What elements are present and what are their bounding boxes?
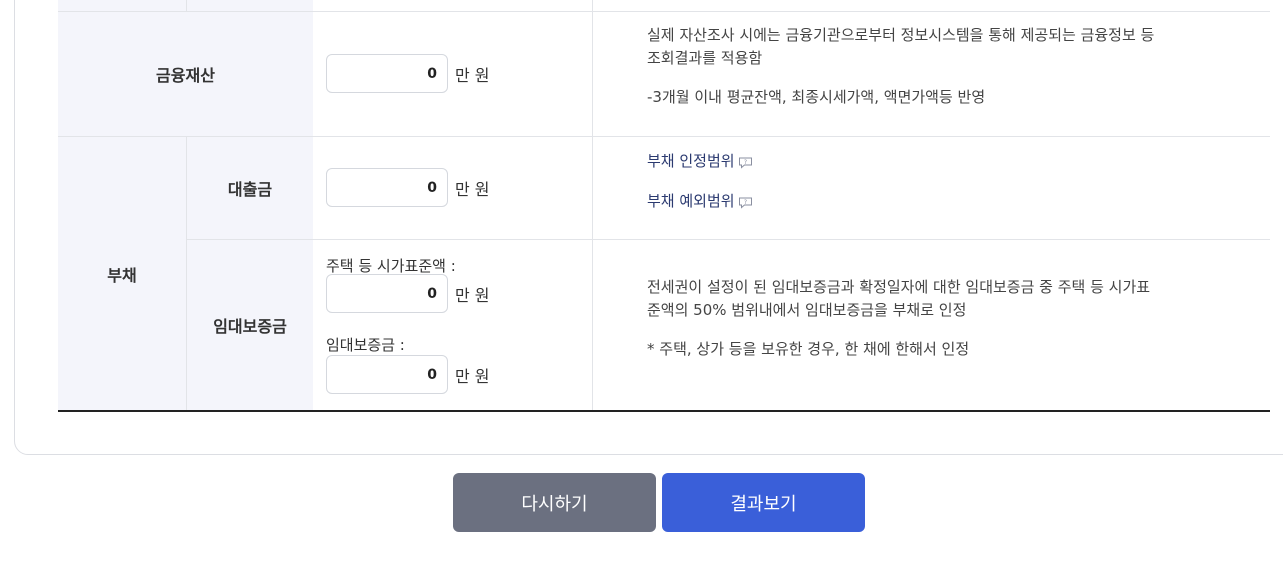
debt-header: 부채 xyxy=(58,137,186,410)
unit-label: 만 원 xyxy=(455,366,490,386)
reset-button[interactable]: 다시하기 xyxy=(453,473,656,532)
deposit-header: 임대보증금 xyxy=(187,240,313,410)
financial-assets-label: 금융재산 xyxy=(156,66,215,85)
loan-label: 대출금 xyxy=(227,180,273,199)
table-bottom-border xyxy=(58,410,1270,412)
deposit-desc-line: 준액의 50% 범위내에서 임대보증금을 부채로 인정 xyxy=(647,301,967,319)
financial-assets-input[interactable] xyxy=(326,54,448,93)
row-divider xyxy=(58,136,1270,137)
financial-assets-field: 만 원 xyxy=(326,54,490,93)
deposit-amount-label: 임대보증금 : xyxy=(326,336,405,354)
debt-exclusion-link-text: 부채 예외범위 xyxy=(647,192,735,210)
asset-debt-table: 금융재산 부채 대출금 임대보증금 만 원 실제 자산조사 시에는 금융기관으로… xyxy=(58,0,1270,412)
financial-desc-line: 실제 자산조사 시에는 금융기관으로부터 정보시스템을 통해 제공되는 금융정보… xyxy=(647,26,1155,44)
view-result-button[interactable]: 결과보기 xyxy=(662,473,865,532)
loan-input[interactable] xyxy=(326,168,448,207)
loan-field: 만 원 xyxy=(326,168,490,207)
debt-label: 부채 xyxy=(107,265,137,285)
financial-desc-line: 조회결과를 적용함 xyxy=(647,49,763,67)
deposit-amount-field: 만 원 xyxy=(326,355,490,394)
financial-assets-header: 금융재산 xyxy=(58,12,313,136)
svg-text:?: ? xyxy=(743,159,746,166)
financial-desc-note: -3개월 이내 평균잔액, 최종시세가액, 액면가액등 반영 xyxy=(647,88,986,106)
deposit-desc-note: * 주택, 상가 등을 보유한 경우, 한 채에 한해서 인정 xyxy=(647,340,970,358)
market-price-input[interactable] xyxy=(326,274,448,313)
market-price-field: 만 원 xyxy=(326,274,490,313)
debt-scope-link[interactable]: 부채 인정범위 ? xyxy=(647,150,753,171)
row-divider xyxy=(58,11,1270,12)
unit-label: 만 원 xyxy=(455,65,490,85)
debt-exclusion-link[interactable]: 부채 예외범위 ? xyxy=(647,190,753,211)
speech-bubble-icon: ? xyxy=(738,195,753,209)
deposit-label: 임대보증금 xyxy=(213,317,287,336)
col-divider xyxy=(592,0,593,410)
deposit-desc-line: 전세권이 설정이 된 임대보증금과 확정일자에 대한 임대보증금 중 주택 등 … xyxy=(647,278,1151,296)
financial-assets-description: 실제 자산조사 시에는 금융기관으로부터 정보시스템을 통해 제공되는 금융정보… xyxy=(647,24,1154,109)
svg-text:?: ? xyxy=(743,199,746,206)
deposit-amount-input[interactable] xyxy=(326,355,448,394)
unit-label: 만 원 xyxy=(455,179,490,199)
unit-label: 만 원 xyxy=(455,285,490,305)
col-divider xyxy=(186,0,187,11)
row-divider xyxy=(186,239,1270,240)
loan-header: 대출금 xyxy=(187,137,313,239)
debt-scope-link-text: 부채 인정범위 xyxy=(647,152,735,170)
market-price-label: 주택 등 시가표준액 : xyxy=(326,257,456,275)
deposit-description: 전세권이 설정이 된 임대보증금과 확정일자에 대한 임대보증금 중 주택 등 … xyxy=(647,276,1150,361)
col-divider xyxy=(186,137,187,410)
speech-bubble-icon: ? xyxy=(738,155,753,169)
